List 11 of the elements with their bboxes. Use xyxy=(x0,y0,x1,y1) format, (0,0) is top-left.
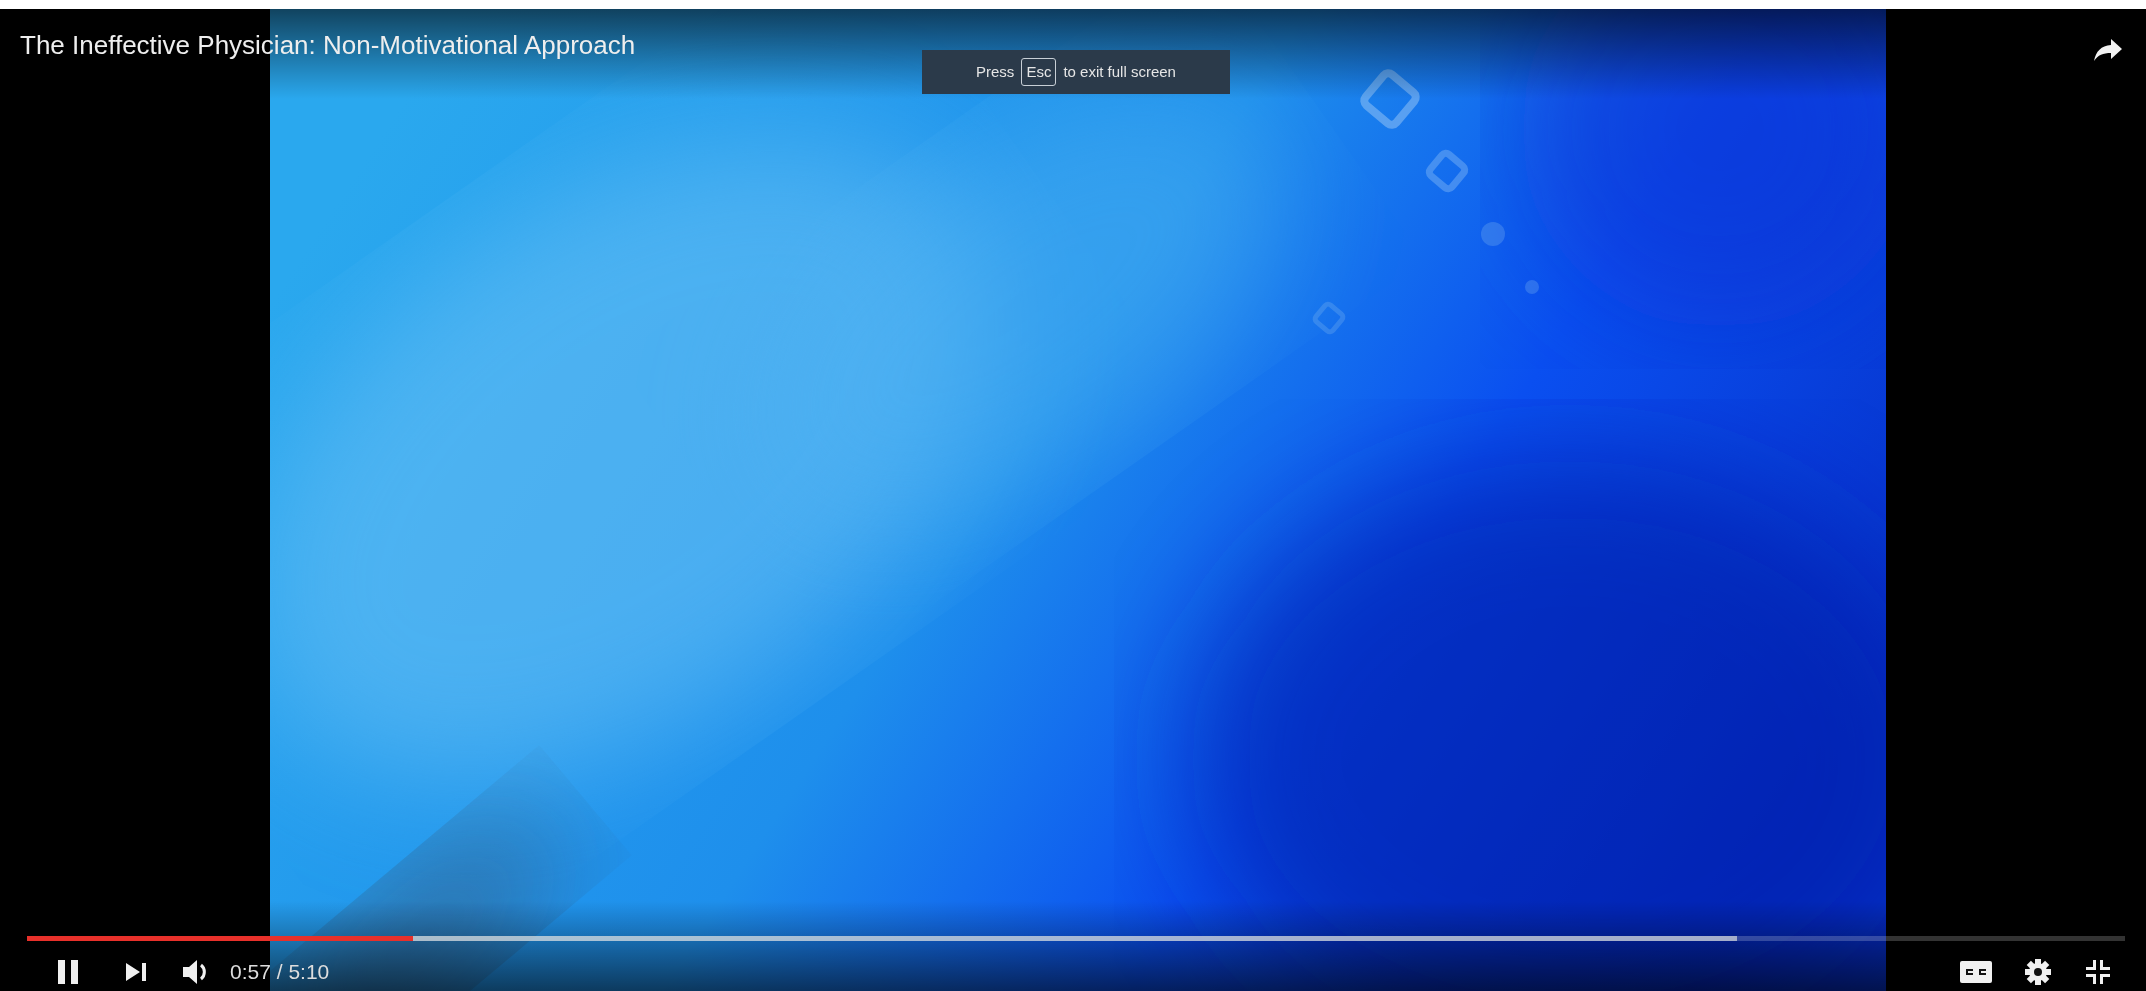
share-icon[interactable] xyxy=(2093,37,2123,63)
exit-fullscreen-icon[interactable] xyxy=(2084,958,2112,986)
notice-text: Press xyxy=(976,61,1015,82)
next-icon[interactable] xyxy=(124,961,148,983)
notice-text: to exit full screen xyxy=(1063,61,1176,82)
captions-icon[interactable] xyxy=(1960,961,1992,983)
progress-bar[interactable] xyxy=(27,936,2125,941)
settings-icon[interactable] xyxy=(2024,958,2052,986)
esc-key: Esc xyxy=(1021,57,1057,87)
pause-icon[interactable] xyxy=(56,958,80,986)
time-display: 0:57 / 5:10 xyxy=(230,959,330,986)
